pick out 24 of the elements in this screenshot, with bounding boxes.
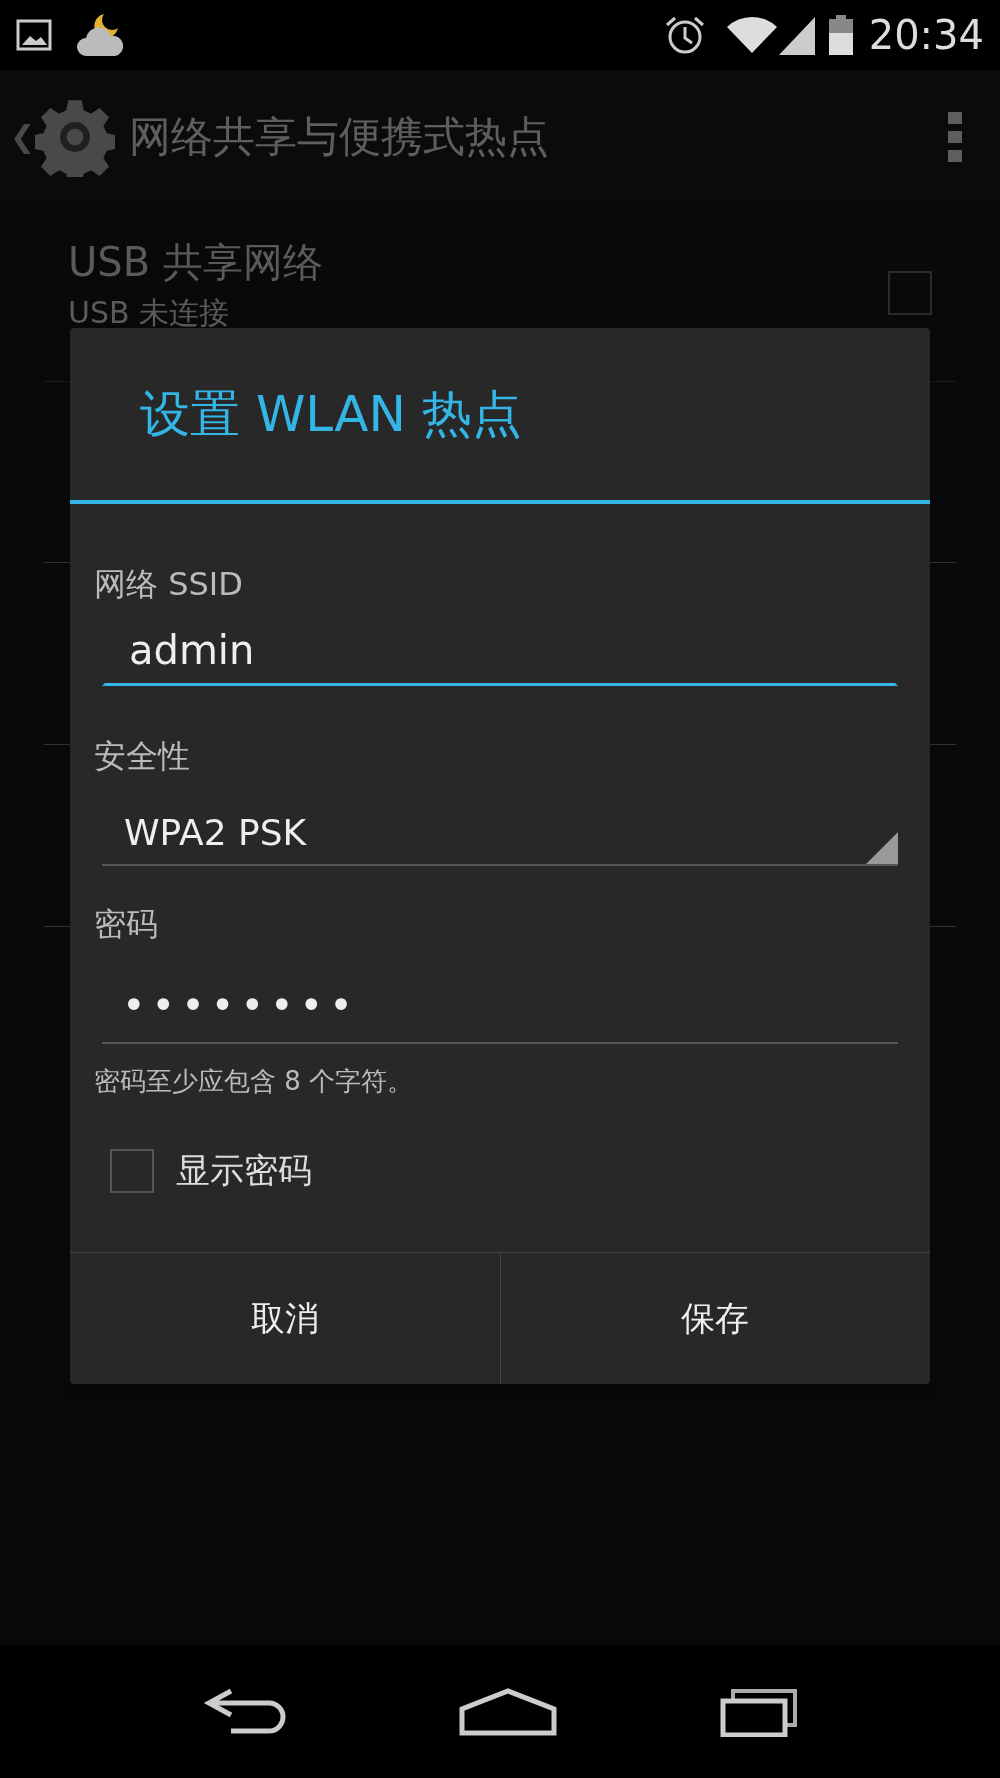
setting-subtitle: USB 未连接 <box>68 295 231 331</box>
checkbox-label: 显示密码 <box>176 1149 312 1192</box>
dialog-title: 设置 WLAN 热点 <box>140 383 522 445</box>
checkbox[interactable] <box>888 271 932 315</box>
dialog-button[interactable]: 取消 <box>70 1253 500 1384</box>
image-icon <box>16 19 52 51</box>
dialog-button[interactable]: 保存 <box>499 1253 930 1384</box>
signal-icon <box>776 15 817 55</box>
home-icon[interactable] <box>458 1686 558 1737</box>
field-label: 网络 SSID <box>94 564 244 605</box>
dropdown-triangle-icon <box>866 832 898 864</box>
checkbox[interactable] <box>110 1148 154 1193</box>
wifi-icon <box>726 15 777 55</box>
setting-title: USB 共享网络 <box>68 238 324 287</box>
field-label: 安全性 <box>94 736 191 777</box>
password-hint: 密码至少应包含 8 个字符。 <box>94 1065 415 1098</box>
security-dropdown[interactable]: WPA2 PSK <box>102 802 898 866</box>
ssid-field[interactable]: admin <box>102 626 898 686</box>
screen-title: 网络共享与便携式热点 <box>129 111 550 163</box>
status-time: 20:34 <box>868 11 984 60</box>
password-field[interactable]: •••••••• <box>102 968 898 1044</box>
recent-apps-icon[interactable] <box>719 1686 800 1737</box>
field-label: 密码 <box>94 904 159 945</box>
battery-icon <box>828 15 853 55</box>
